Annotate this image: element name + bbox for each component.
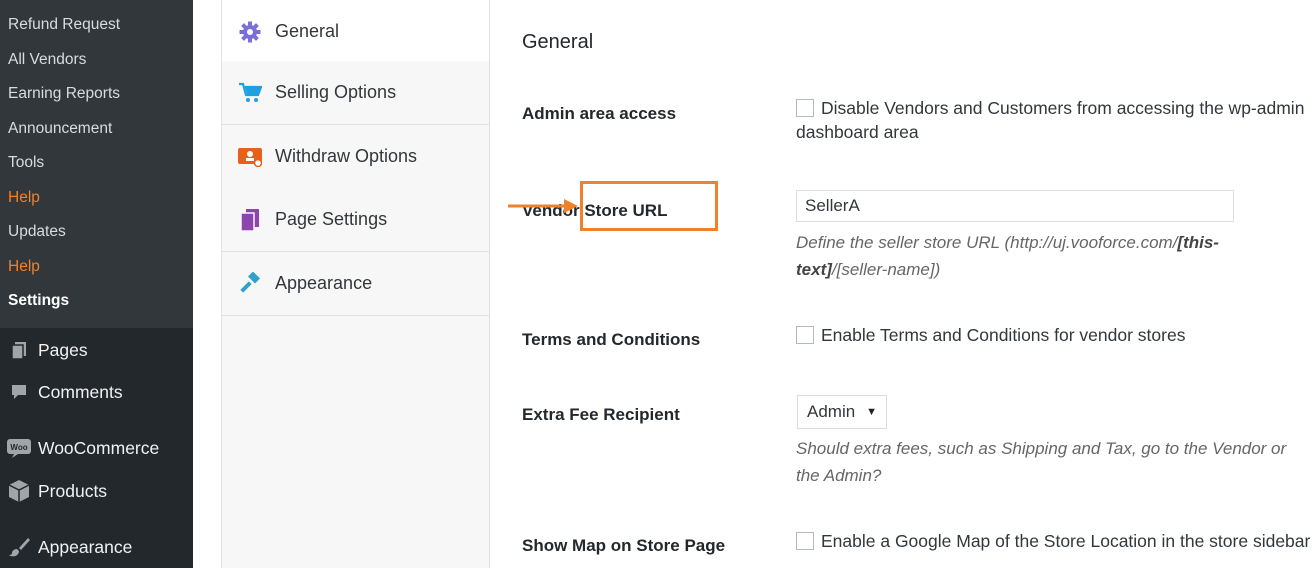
tab-general[interactable]: General [222,0,489,64]
store-url-label: Vendor Store URL [522,201,668,220]
submenu-item-tools[interactable]: Tools [8,153,44,173]
comments-icon [0,374,38,410]
menu-item-label: Pages [38,339,88,360]
terms-label: Terms and Conditions [522,330,701,349]
store-map-label: Show Map on Store Page [522,536,726,555]
submenu-item-all-vendors[interactable]: All Vendors [8,50,86,70]
chevron-down-icon: ▼ [866,406,877,418]
store-map-checkbox[interactable] [796,532,814,550]
tab-label: General [275,21,340,41]
tab-label: Page Settings [275,209,388,229]
hammer-icon [238,271,262,296]
pages-icon [238,208,262,232]
submenu-item-help[interactable]: Help [8,188,40,208]
woocommerce-icon: Woo [0,430,38,466]
store-url-desc-suffix: /[seller-name]) [831,260,941,279]
store-map-field: Enable a Google Map of the Store Locatio… [796,529,1316,553]
admin-access-field: Disable Vendors and Customers from acces… [796,96,1316,144]
submenu-item-settings[interactable]: Settings [8,291,69,311]
tab-appearance[interactable]: Appearance [222,252,489,316]
settings-content: General Selling Options Withdraw Options… [193,0,1316,568]
menu-item-comments[interactable]: Comments [0,374,193,410]
menu-item-label: WooCommerce [38,437,160,458]
vendors-submenu: Refund Request All Vendors Earning Repor… [0,0,193,328]
submenu-item-announcement[interactable]: Announcement [8,119,112,139]
admin-sidebar: Refund Request All Vendors Earning Repor… [0,0,193,568]
submenu-item-updates[interactable]: Updates [8,222,66,242]
menu-item-label: Appearance [38,536,133,557]
store-url-input[interactable] [796,190,1234,222]
extra-fee-description: Should extra fees, such as Shipping and … [796,439,1287,485]
terms-field: Enable Terms and Conditions for vendor s… [796,323,1316,347]
store-map-checkbox-label[interactable]: Enable a Google Map of the Store Locatio… [796,529,1316,553]
store-url-description: Define the seller store URL (http://uj.v… [796,229,1236,283]
admin-access-checkbox-label[interactable]: Disable Vendors and Customers from acces… [796,96,1316,144]
submenu-item-earning-reports[interactable]: Earning Reports [8,84,120,104]
admin-access-label: Admin area access [522,104,677,123]
submenu-item-refund-request[interactable]: Refund Request [8,15,120,35]
tab-label: Selling Options [275,82,397,102]
tab-label: Appearance [275,273,373,293]
gear-icon [238,20,262,44]
terms-checkbox-label[interactable]: Enable Terms and Conditions for vendor s… [796,323,1316,347]
menu-item-appearance[interactable]: Appearance [0,529,193,565]
pages-icon [0,332,38,368]
menu-item-woocommerce[interactable]: Woo WooCommerce [0,430,193,466]
section-title: General [522,31,594,53]
settings-tab-nav: General Selling Options Withdraw Options… [221,0,490,568]
submenu-item-help-2[interactable]: Help [8,257,40,277]
store-url-desc-prefix: Define the seller store URL (http://uj.v… [796,233,1178,252]
products-box-icon [0,473,38,509]
svg-text:Woo: Woo [10,443,27,452]
tab-withdraw-options[interactable]: Withdraw Options [222,125,489,189]
menu-item-label: Comments [38,381,123,402]
admin-access-checkbox[interactable] [796,99,814,117]
tab-label: Withdraw Options [275,146,418,166]
terms-checkbox[interactable] [796,326,814,344]
cart-icon [238,81,262,105]
tab-selling-options[interactable]: Selling Options [222,61,489,125]
menu-item-label: Products [38,480,108,501]
extra-fee-selected-value: Admin [807,402,856,421]
paintbrush-icon [0,529,38,565]
extra-fee-select[interactable]: Admin ▼ [797,395,887,429]
withdraw-icon [238,145,262,169]
general-settings-form: General Admin area access Disable Vendor… [522,0,1316,568]
tab-page-settings[interactable]: Page Settings [222,188,489,252]
menu-item-products[interactable]: Products [0,473,193,509]
extra-fee-label: Extra Fee Recipient [522,405,680,424]
menu-item-pages[interactable]: Pages [0,332,193,368]
